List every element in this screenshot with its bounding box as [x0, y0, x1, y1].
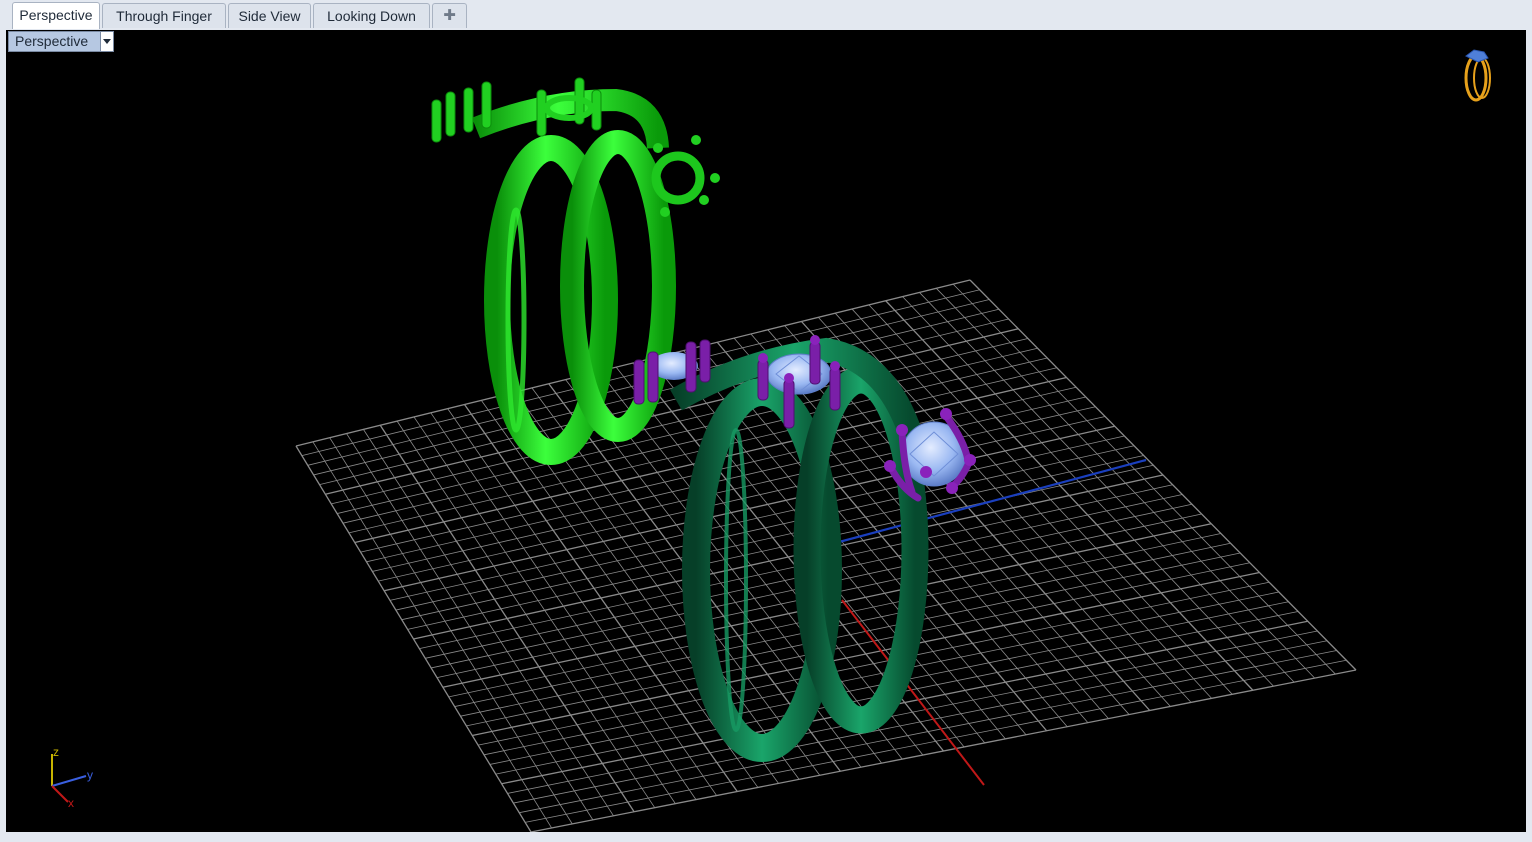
viewport-title-dropdown[interactable]: Perspective [8, 31, 114, 52]
view-tab-bar: Perspective Through Finger Side View Loo… [0, 0, 1532, 30]
grid-line [295, 445, 532, 832]
plus-icon: ✚ [443, 7, 456, 24]
perspective-viewport[interactable]: z y x Perspective [6, 30, 1526, 832]
axis-indicator: z y x [51, 745, 93, 810]
scene-canvas: z y x [51, 49, 1491, 832]
chevron-down-icon[interactable] [100, 32, 113, 51]
tab-side-view[interactable]: Side View [228, 3, 311, 28]
tab-perspective[interactable]: Perspective [12, 2, 100, 29]
axis-z-label: z [53, 745, 59, 759]
grid-line [312, 441, 552, 829]
tab-through-finger[interactable]: Through Finger [102, 3, 226, 28]
axis-x-label: x [68, 796, 74, 810]
grid-line [363, 429, 614, 817]
tab-looking-down[interactable]: Looking Down [313, 3, 430, 28]
ring-icon [1464, 49, 1491, 102]
viewport-title: Perspective [15, 33, 89, 49]
world-y-axis-line [823, 458, 1147, 548]
grid-line [329, 437, 573, 825]
grid-line [379, 424, 635, 813]
axis-y-label: y [87, 768, 93, 782]
add-tab-button[interactable]: ✚ [432, 3, 467, 28]
